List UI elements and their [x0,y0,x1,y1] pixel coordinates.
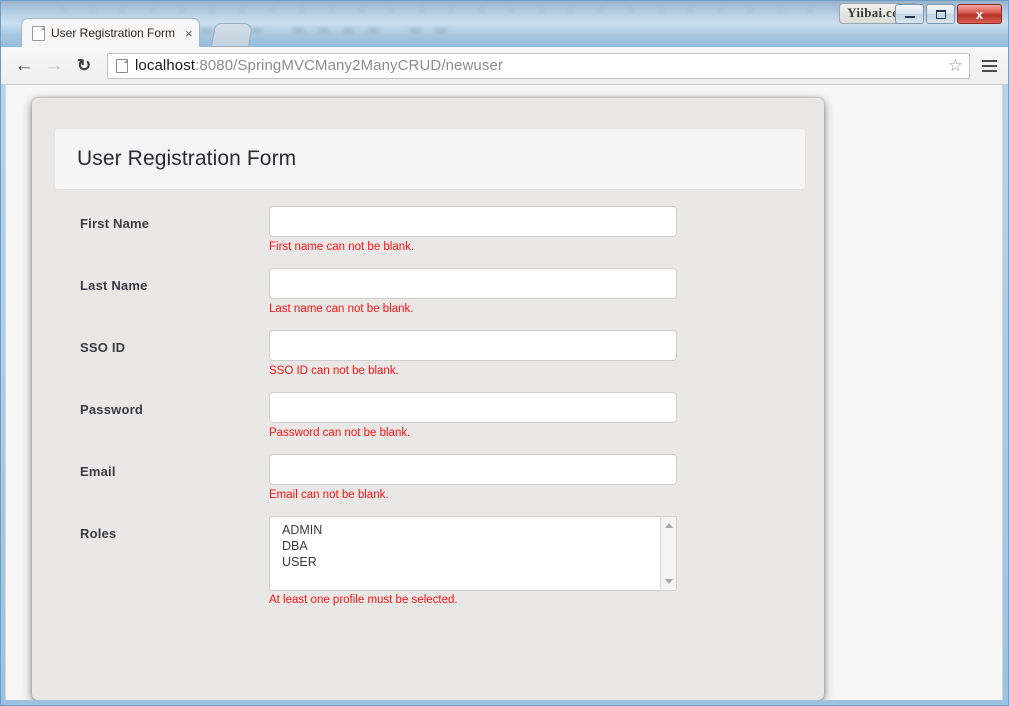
reload-button[interactable]: ↻ [69,51,99,81]
browser-tab[interactable]: User Registration Form × [21,18,200,47]
forward-button[interactable]: → [39,51,69,81]
first-name-input[interactable] [269,206,677,237]
registration-card: User Registration Form First Name First … [32,98,824,700]
last-name-input[interactable] [269,268,677,299]
tab-title: User Registration Form [51,26,176,40]
menu-line [981,64,997,67]
url-text: localhost:8080/SpringMVCMany2ManyCRUD/ne… [135,57,503,74]
last-name-label: Last Name [80,278,148,293]
panel-heading: User Registration Form [54,128,806,190]
email-error: Email can not be blank. [269,489,389,501]
sso-id-label: SSO ID [80,340,126,355]
roles-scrollbar[interactable] [660,517,676,590]
sso-id-input[interactable] [269,330,677,361]
roles-option-admin[interactable]: ADMIN [282,522,659,538]
address-bar[interactable]: localhost:8080/SpringMVCMany2ManyCRUD/ne… [107,52,970,79]
last-name-error: Last name can not be blank. [269,303,414,315]
minimize-button[interactable] [895,4,924,24]
maximize-button[interactable] [926,4,955,24]
url-host: localhost [135,57,196,74]
email-label: Email [80,464,116,479]
password-error: Password can not be blank. [269,427,411,439]
page-title: User Registration Form [77,147,297,170]
first-name-error: First name can not be blank. [269,241,415,253]
scroll-down-icon[interactable] [665,579,673,584]
roles-error: At least one profile must be selected. [269,594,458,606]
password-label: Password [80,402,144,417]
roles-option-list: ADMIN DBA USER [270,522,659,570]
email-input[interactable] [269,454,677,485]
browser-toolbar: ← → ↻ localhost:8080/SpringMVCMany2ManyC… [1,47,1008,85]
maximize-icon [935,9,946,19]
url-path: :8080/SpringMVCMany2ManyCRUD/newuser [195,57,504,74]
browser-window: ▪▪▪▪▪▪▪▪▪▪▪▪▪▪▪▪▪▪▪▪▪▪▪▪▪▪▪▪▪▪ ▬▬▬ ▬▬▬▬ … [0,0,1009,706]
first-name-label: First Name [80,216,150,231]
window-controls: x [895,4,1002,24]
close-window-button[interactable]: x [957,4,1002,24]
roles-label: Roles [80,526,117,541]
password-input[interactable] [269,392,677,423]
hamburger-menu-icon[interactable] [976,53,1002,79]
sso-id-error: SSO ID can not be blank. [269,365,399,377]
roles-option-user[interactable]: USER [282,554,659,570]
page-viewport: User Registration Form First Name First … [5,85,1003,700]
page-info-icon [116,58,128,73]
minimize-icon [904,16,915,18]
new-tab-button[interactable] [210,23,254,47]
back-button[interactable]: ← [9,51,39,81]
bookmark-star-icon[interactable]: ☆ [948,57,963,74]
roles-option-dba[interactable]: DBA [282,538,659,554]
menu-line [981,69,997,72]
scroll-up-icon[interactable] [665,523,673,528]
desktop-background-blur: ▪▪▪▪▪▪▪▪▪▪▪▪▪▪▪▪▪▪▪▪▪▪▪▪▪▪▪▪▪▪ [61,5,958,17]
close-tab-icon[interactable]: × [185,27,193,40]
roles-multiselect[interactable]: ADMIN DBA USER [269,516,677,591]
menu-line [981,59,997,62]
page-icon [32,25,45,41]
